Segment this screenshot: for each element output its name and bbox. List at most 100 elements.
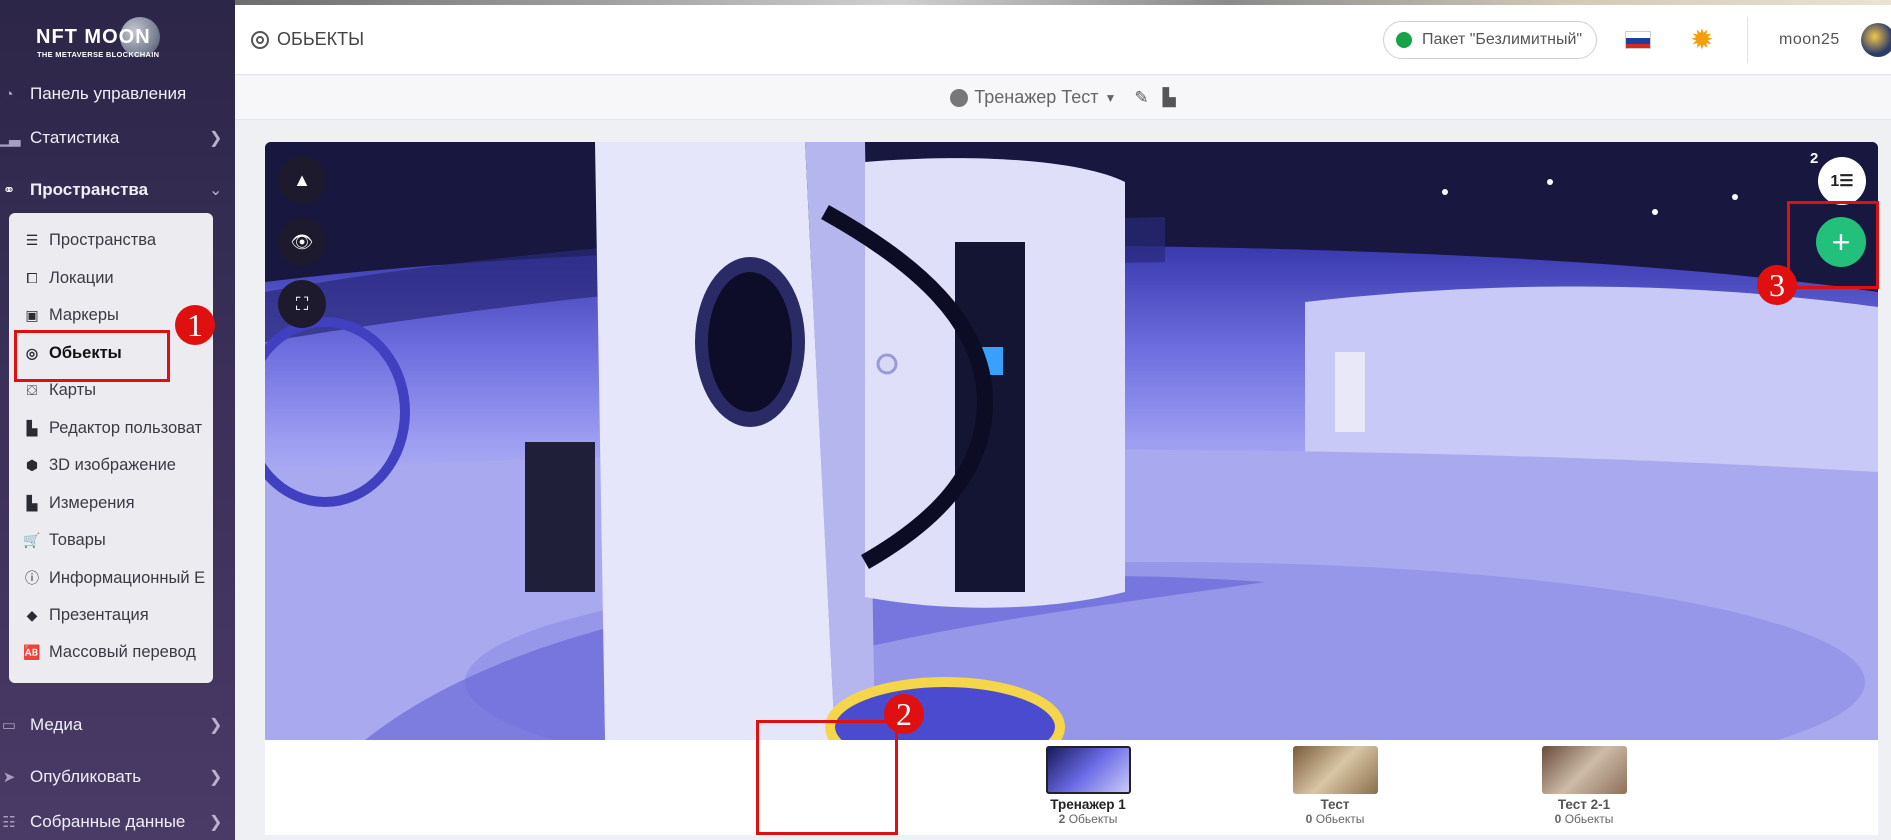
logo-main-text: NFT MOON <box>36 26 151 48</box>
submenu-item-user-editor[interactable]: ▙ Редактор пользоват <box>23 413 213 443</box>
sidebar-item-label: Панель управления <box>30 84 187 103</box>
annotation-badge-1: 1 <box>175 305 215 345</box>
submenu-item-label: Пространства <box>49 230 157 249</box>
sidebar-item-label: Медиа <box>30 715 83 734</box>
eye-icon[interactable]: 👁 <box>278 218 326 266</box>
swatch-icon[interactable]: ▙ <box>1163 88 1176 108</box>
sidebar-item-spaces[interactable]: ⚭ Пространства ⌄ <box>0 170 235 210</box>
scene-thumbnail[interactable]: Тренажер 1 2 Обьекты <box>1033 746 1143 826</box>
database-icon: ☷ <box>2 814 16 831</box>
scene-thumbnail[interactable]: Тест 0 Обьекты <box>1280 746 1390 826</box>
sun-icon[interactable]: ✹ <box>1687 25 1717 55</box>
sidebar-item-label: Статистика <box>30 128 120 147</box>
scene-thumbnail-strip: Тренажер 1 2 Обьекты Тест 0 Обьекты Тест… <box>265 740 1878 835</box>
fullscreen-icon[interactable]: ⛶ <box>278 280 326 328</box>
annotation-box-2 <box>756 720 898 835</box>
submenu-item-spaces[interactable]: ☰ Пространства <box>23 225 213 255</box>
header-divider <box>1747 17 1748 63</box>
page-title-text: ОБЬЕКТЫ <box>277 29 365 49</box>
numbered-list-icon[interactable]: 1☰ <box>1818 157 1866 205</box>
scene-name: Тест <box>1320 797 1350 812</box>
submenu-item-label: Презентация <box>49 605 149 624</box>
sidebar-item-label: Пространства <box>30 180 149 199</box>
submenu-item-label: 3D изображение <box>49 455 176 474</box>
chevron-down-icon: ⌄ <box>209 182 223 199</box>
scene-object-count: 2 Обьекты <box>1058 812 1118 826</box>
submenu-item-products[interactable]: 🛒 Товары <box>23 525 213 555</box>
submenu-item-label: Маркеры <box>49 305 119 324</box>
scene-thumbnail-image <box>1045 746 1131 794</box>
sidebar-item-media[interactable]: ▭ Медиа ❯ <box>0 705 235 745</box>
annotation-badge-2: 2 <box>884 694 924 734</box>
sidebar-item-dashboard[interactable]: ◔ Панель управления <box>0 74 235 114</box>
scene-object-count: 0 Обьекты <box>1554 812 1614 826</box>
scene-thumbnail[interactable]: Тест 2-1 0 Обьекты <box>1529 746 1639 826</box>
submenu-item-label: Измерения <box>49 493 135 512</box>
sidebar-item-label: Собранные данные <box>30 812 186 831</box>
sidebar: NFT MOON THE METAVERSE BLOCKCHAIN ◔ Пане… <box>0 0 235 840</box>
tour-selector[interactable]: Тренажер Тест <box>974 87 1098 108</box>
submenu-item-label: Массовый перевод <box>49 642 196 661</box>
scene-name: Тренажер 1 <box>1050 797 1126 812</box>
avatar[interactable] <box>1861 23 1891 57</box>
username[interactable]: moon25 <box>1779 31 1840 49</box>
top-header: ОБЬЕКТЫ Пакет "Безлимитный" ✹ moon25 <box>235 5 1891 75</box>
cart-icon: 🛒 <box>23 531 41 548</box>
submenu-item-locations[interactable]: ⧠ Локации <box>23 263 213 293</box>
cube-icon: ⬢ <box>25 456 39 473</box>
submenu-item-3d-image[interactable]: ⬢ 3D изображение <box>23 450 213 480</box>
page-title: ОБЬЕКТЫ <box>251 29 364 50</box>
scene-thumbnail-image <box>1541 746 1627 794</box>
package-badge[interactable]: Пакет "Безлимитный" <box>1383 21 1597 59</box>
map-icon: ⛋ <box>26 381 38 398</box>
monitor-icon: ▭ <box>1 717 17 734</box>
annotation-badge-3: 3 <box>1757 265 1797 305</box>
panorama-scene-image <box>265 142 1878 740</box>
russian-flag-icon[interactable] <box>1625 31 1651 49</box>
spaces-submenu: ☰ Пространства ⧠ Локации ▣ Маркеры ◎ Обьекты… <box>9 213 213 683</box>
sidebar-item-publish[interactable]: ➤ Опубликовать ❯ <box>0 757 235 797</box>
submenu-item-label: Локации <box>49 268 114 287</box>
panorama-viewer[interactable] <box>265 142 1878 740</box>
chevron-right-icon: ❯ <box>209 814 223 831</box>
submenu-item-measurements[interactable]: ▙ Измерения <box>23 488 213 518</box>
sidebar-item-label: Опубликовать <box>30 767 142 786</box>
scene-name: Тест 2-1 <box>1557 797 1611 812</box>
tour-toolbar: Тренажер Тест ▼ ✎ ▙ <box>235 76 1891 120</box>
scene-object-count: 0 Обьекты <box>1305 812 1365 826</box>
submenu-item-presentation[interactable]: ◆ Презентация <box>23 600 213 630</box>
logo[interactable]: NFT MOON THE METAVERSE BLOCKCHAIN <box>30 14 200 64</box>
edit-icon[interactable]: ✎ <box>1134 88 1148 108</box>
swatch-icon: ▙ <box>26 419 38 436</box>
sidebar-item-collected-data[interactable]: ☷ Собранные данные ❯ <box>0 802 235 840</box>
list-icon: ☰ <box>25 231 39 248</box>
annotation-box-3 <box>1787 201 1879 289</box>
dashboard-icon: ◔ <box>4 85 14 103</box>
package-label: Пакет "Безлимитный" <box>1422 31 1583 48</box>
sidebar-item-statistics[interactable]: ▁▃ Статистика ❯ <box>0 118 235 158</box>
submenu-item-label: Редактор пользоват <box>49 418 203 437</box>
chevron-right-icon: ❯ <box>209 717 223 734</box>
chevron-right-icon: ❯ <box>209 769 223 786</box>
send-icon: ➤ <box>2 769 16 786</box>
submenu-item-bulk-translate[interactable]: 🆎 Массовый перевод <box>23 637 213 667</box>
target-icon <box>251 30 269 49</box>
logo-sub-text: THE METAVERSE BLOCKCHAIN <box>37 50 160 59</box>
image-marker-icon: ▣ <box>25 306 39 323</box>
submenu-item-label: Товары <box>49 530 106 549</box>
object-count-badge: 2 <box>1810 150 1819 167</box>
caret-down-icon[interactable]: ▼ <box>1105 91 1117 105</box>
chevron-right-icon: ❯ <box>209 130 223 147</box>
network-icon: ⚭ <box>2 182 16 199</box>
submenu-item-info[interactable]: ⓘ Информационный Е <box>23 563 213 593</box>
image-marker-icon[interactable]: ▲ <box>278 156 326 204</box>
ruler-icon: ▙ <box>26 494 38 511</box>
info-icon: ⓘ <box>25 570 39 586</box>
annotation-box-1 <box>14 330 170 382</box>
submenu-item-label: Карты <box>49 380 97 399</box>
translate-icon: 🆎 <box>23 643 41 660</box>
tour-circle-icon <box>950 88 969 107</box>
status-dot-icon <box>1396 32 1412 48</box>
scene-thumbnail-image <box>1292 746 1378 794</box>
chart-icon: ▁▃ <box>0 130 21 147</box>
